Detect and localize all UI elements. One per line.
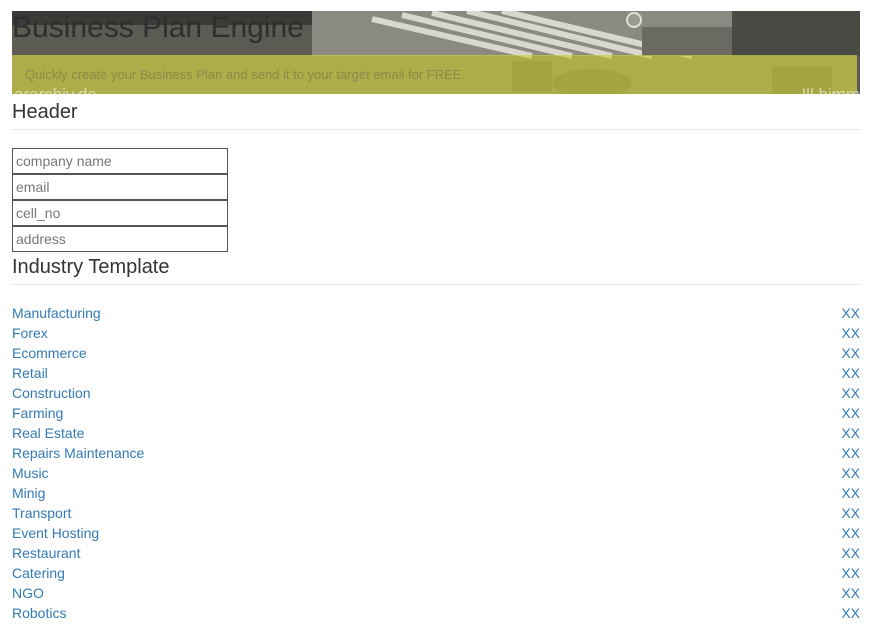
industry-action-link[interactable]: XX: [841, 463, 860, 483]
industry-action-link[interactable]: XX: [841, 423, 860, 443]
industry-link-construction[interactable]: Construction: [12, 385, 91, 401]
industry-link-transport[interactable]: Transport: [12, 505, 71, 521]
industry-action-link[interactable]: XX: [841, 483, 860, 503]
industry-template-section-title: Industry Template: [12, 255, 860, 285]
industry-template-list: Manufacturing XX Forex XX Ecommerce XX Reta…: [12, 303, 860, 623]
industry-link-event-hosting[interactable]: Event Hosting: [12, 525, 99, 541]
page: Business Plan Engine Quickly create your…: [0, 0, 871, 624]
header-section-title: Header: [12, 100, 860, 130]
industry-link-ngo[interactable]: NGO: [12, 585, 44, 601]
industry-action-link[interactable]: XX: [841, 563, 860, 583]
industry-link-repairs-maintenance[interactable]: Repairs Maintenance: [12, 445, 144, 461]
industry-link-farming[interactable]: Farming: [12, 405, 63, 421]
industry-link-retail[interactable]: Retail: [12, 365, 48, 381]
image-watermark-left: ararchiv.de: [14, 85, 97, 94]
list-item: Retail XX: [12, 363, 860, 383]
list-item: Real Estate XX: [12, 423, 860, 443]
industry-action-link[interactable]: XX: [841, 443, 860, 463]
industry-action-link[interactable]: XX: [841, 603, 860, 623]
list-item: Farming XX: [12, 403, 860, 423]
list-item: Forex XX: [12, 323, 860, 343]
industry-action-link[interactable]: XX: [841, 403, 860, 423]
hero-banner: Business Plan Engine Quickly create your…: [12, 11, 860, 94]
industry-link-robotics[interactable]: Robotics: [12, 605, 66, 621]
list-item: Repairs Maintenance XX: [12, 443, 860, 463]
list-item: Ecommerce XX: [12, 343, 860, 363]
industry-link-restaurant[interactable]: Restaurant: [12, 545, 80, 561]
industry-action-link[interactable]: XX: [841, 343, 860, 363]
image-watermark-right: Ill bimm: [801, 85, 860, 94]
industry-action-link[interactable]: XX: [841, 503, 860, 523]
list-item: Music XX: [12, 463, 860, 483]
list-item: Robotics XX: [12, 603, 860, 623]
list-item: NGO XX: [12, 583, 860, 603]
list-item: Construction XX: [12, 383, 860, 403]
industry-link-manufacturing[interactable]: Manufacturing: [12, 305, 101, 321]
list-item: Event Hosting XX: [12, 523, 860, 543]
industry-action-link[interactable]: XX: [841, 523, 860, 543]
industry-action-link[interactable]: XX: [841, 583, 860, 603]
industry-action-link[interactable]: XX: [841, 323, 860, 343]
industry-link-music[interactable]: Music: [12, 465, 49, 481]
industry-action-link[interactable]: XX: [841, 543, 860, 563]
list-item: Manufacturing XX: [12, 303, 860, 323]
email-input[interactable]: [12, 174, 228, 200]
industry-link-ecommerce[interactable]: Ecommerce: [12, 345, 87, 361]
cell-no-input[interactable]: [12, 200, 228, 226]
list-item: Restaurant XX: [12, 543, 860, 563]
site-title: Business Plan Engine: [12, 11, 304, 44]
address-input[interactable]: [12, 226, 228, 252]
industry-action-link[interactable]: XX: [841, 383, 860, 403]
industry-link-minig[interactable]: Minig: [12, 485, 45, 501]
industry-link-real-estate[interactable]: Real Estate: [12, 425, 84, 441]
list-item: Minig XX: [12, 483, 860, 503]
industry-link-catering[interactable]: Catering: [12, 565, 65, 581]
site-subtitle: Quickly create your Business Plan and se…: [25, 67, 466, 82]
industry-action-link[interactable]: XX: [841, 303, 860, 323]
industry-action-link[interactable]: XX: [841, 363, 860, 383]
industry-link-forex[interactable]: Forex: [12, 325, 48, 341]
company-name-input[interactable]: [12, 148, 228, 174]
list-item: Transport XX: [12, 503, 860, 523]
company-details-form: [12, 148, 228, 252]
list-item: Catering XX: [12, 563, 860, 583]
